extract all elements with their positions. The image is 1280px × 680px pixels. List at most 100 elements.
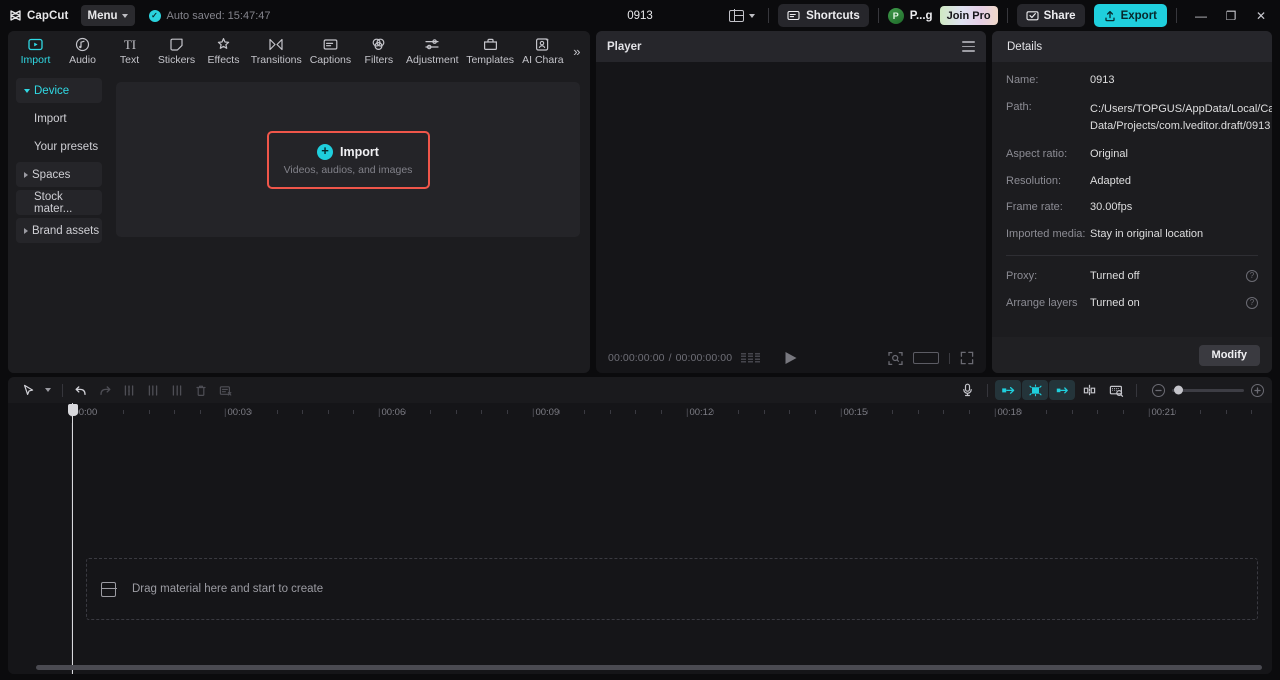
tab-filters[interactable]: Filters <box>355 32 402 71</box>
ruler-tick: 00:15 <box>840 407 867 418</box>
sidebar-item-label: Brand assets <box>32 224 100 237</box>
help-icon[interactable]: ? <box>1246 269 1258 282</box>
row-value: Original <box>1090 147 1128 160</box>
media-content-area: + Import Videos, audios, and images <box>108 72 590 373</box>
share-icon <box>1026 9 1039 22</box>
tab-stickers[interactable]: Stickers <box>153 32 200 71</box>
sidebar-item-stock-materials[interactable]: Stock mater... <box>16 190 102 215</box>
sidebar-item-your-presets[interactable]: Your presets <box>16 134 102 159</box>
menu-button[interactable]: Menu <box>80 5 135 26</box>
minimize-button[interactable]: — <box>1186 0 1216 31</box>
import-button[interactable]: + Import Videos, audios, and images <box>266 130 430 189</box>
tab-effects[interactable]: Effects <box>200 32 247 71</box>
time-separator: / <box>668 352 672 364</box>
microphone-icon[interactable] <box>954 380 980 400</box>
undo-icon[interactable] <box>69 379 93 401</box>
tab-adjustment[interactable]: Adjustment <box>402 32 462 71</box>
tabs-overflow-button[interactable]: » <box>568 32 586 71</box>
zoom-out-icon[interactable] <box>1152 383 1165 397</box>
tab-ai-character[interactable]: AI Chara <box>518 32 568 71</box>
sidebar-item-device[interactable]: Device <box>16 78 102 103</box>
tab-audio[interactable]: Audio <box>59 32 106 71</box>
trim-right-icon[interactable] <box>165 379 189 401</box>
details-footer: Modify <box>992 337 1272 373</box>
auto-sequence-icon[interactable] <box>1022 380 1048 400</box>
share-button[interactable]: Share <box>1016 4 1085 27</box>
timeline-dropzone[interactable]: Drag material here and start to create <box>86 558 1258 620</box>
divider <box>62 383 63 397</box>
tab-label: Adjustment <box>406 54 459 66</box>
details-row-frame-rate: Frame rate: 30.00fps <box>1006 201 1258 215</box>
play-icon[interactable] <box>785 352 797 364</box>
zoom-slider-handle[interactable] <box>1174 385 1183 395</box>
auto-reframe-icon[interactable] <box>1049 380 1075 400</box>
auto-cut-icon[interactable] <box>995 380 1021 400</box>
details-row-arrange-layers: Arrange layers Turned on ? <box>1006 296 1258 311</box>
help-icon[interactable]: ? <box>1246 296 1258 309</box>
ruler-tick: 00:12 <box>686 407 713 418</box>
player-canvas[interactable] <box>596 62 986 343</box>
row-label: Frame rate: <box>1006 201 1063 214</box>
tab-transitions[interactable]: Transitions <box>247 32 306 71</box>
trim-left-icon[interactable] <box>141 379 165 401</box>
sidebar-item-label: Device <box>34 84 70 97</box>
row-label: Arrange layers <box>1006 296 1078 309</box>
frame-count-icon[interactable] <box>741 352 761 364</box>
tab-templates[interactable]: Templates <box>462 32 518 71</box>
layout-switch-icon <box>729 9 745 22</box>
check-circle-icon: ✓ <box>148 9 161 22</box>
player-controls: 00:00:00:00 / 00:00:00:00 <box>596 343 986 373</box>
sidebar-item-spaces[interactable]: Spaces <box>16 162 102 187</box>
player-header: Player <box>596 31 986 62</box>
close-button[interactable]: ✕ <box>1246 0 1276 31</box>
freeze-frame-icon[interactable] <box>213 379 237 401</box>
shortcuts-button[interactable]: Shortcuts <box>778 4 869 27</box>
autosave-status: ✓ Auto saved: 15:47:47 <box>148 9 271 22</box>
playhead[interactable] <box>67 403 78 423</box>
split-icon[interactable] <box>117 379 141 401</box>
export-icon <box>1104 10 1116 22</box>
divider <box>1176 8 1177 23</box>
zoom-slider[interactable] <box>1172 385 1244 395</box>
sidebar-item-import[interactable]: Import <box>16 106 102 131</box>
chevron-right-icon <box>24 227 28 234</box>
stickers-icon <box>169 37 184 52</box>
tab-label: Templates <box>466 54 515 66</box>
maximize-button[interactable]: ❐ <box>1216 0 1246 31</box>
select-dropdown-icon[interactable] <box>40 379 56 401</box>
account-button[interactable]: P P...g <box>887 7 933 24</box>
audio-icon <box>75 37 90 52</box>
delete-icon[interactable] <box>189 379 213 401</box>
media-dropzone[interactable]: + Import Videos, audios, and images <box>116 82 580 237</box>
tab-text[interactable]: TI Text <box>106 32 153 71</box>
zoom-in-icon[interactable] <box>1251 383 1264 397</box>
select-tool-icon[interactable] <box>16 379 40 401</box>
tab-label: Effects <box>207 54 240 66</box>
account-name: P...g <box>909 9 933 22</box>
timeline-ruler[interactable]: 00:00 00:03 00:06 00:09 00:12 00:15 00:1… <box>8 403 1272 423</box>
row-value: 0913 <box>1090 74 1115 86</box>
divider <box>987 383 988 397</box>
modify-button[interactable]: Modify <box>1198 344 1260 366</box>
fullscreen-icon[interactable] <box>960 351 974 365</box>
playhead-handle[interactable] <box>67 404 78 416</box>
redo-icon[interactable] <box>93 379 117 401</box>
hamburger-icon[interactable] <box>962 41 975 52</box>
join-pro-button[interactable]: Join Pro <box>939 6 998 25</box>
layout-switch-button[interactable] <box>725 7 759 25</box>
chevron-right-icon <box>24 171 28 178</box>
import-icon <box>28 37 43 52</box>
tab-captions[interactable]: Captions <box>306 32 356 71</box>
adjustment-icon <box>424 37 440 52</box>
app-logo: CapCut <box>9 9 69 22</box>
mirror-icon[interactable] <box>1076 380 1102 400</box>
timeline-horizontal-scrollbar[interactable] <box>36 665 1262 670</box>
crop-zoom-icon[interactable] <box>888 351 903 366</box>
tab-import[interactable]: Import <box>12 32 59 71</box>
preview-render-icon[interactable] <box>1103 380 1129 400</box>
aspect-ratio-icon[interactable] <box>913 352 939 364</box>
timeline-tracks[interactable]: Drag material here and start to create <box>8 423 1272 674</box>
export-button[interactable]: Export <box>1093 4 1167 27</box>
import-sublabel: Videos, audios, and images <box>283 163 413 176</box>
sidebar-item-brand-assets[interactable]: Brand assets <box>16 218 102 243</box>
